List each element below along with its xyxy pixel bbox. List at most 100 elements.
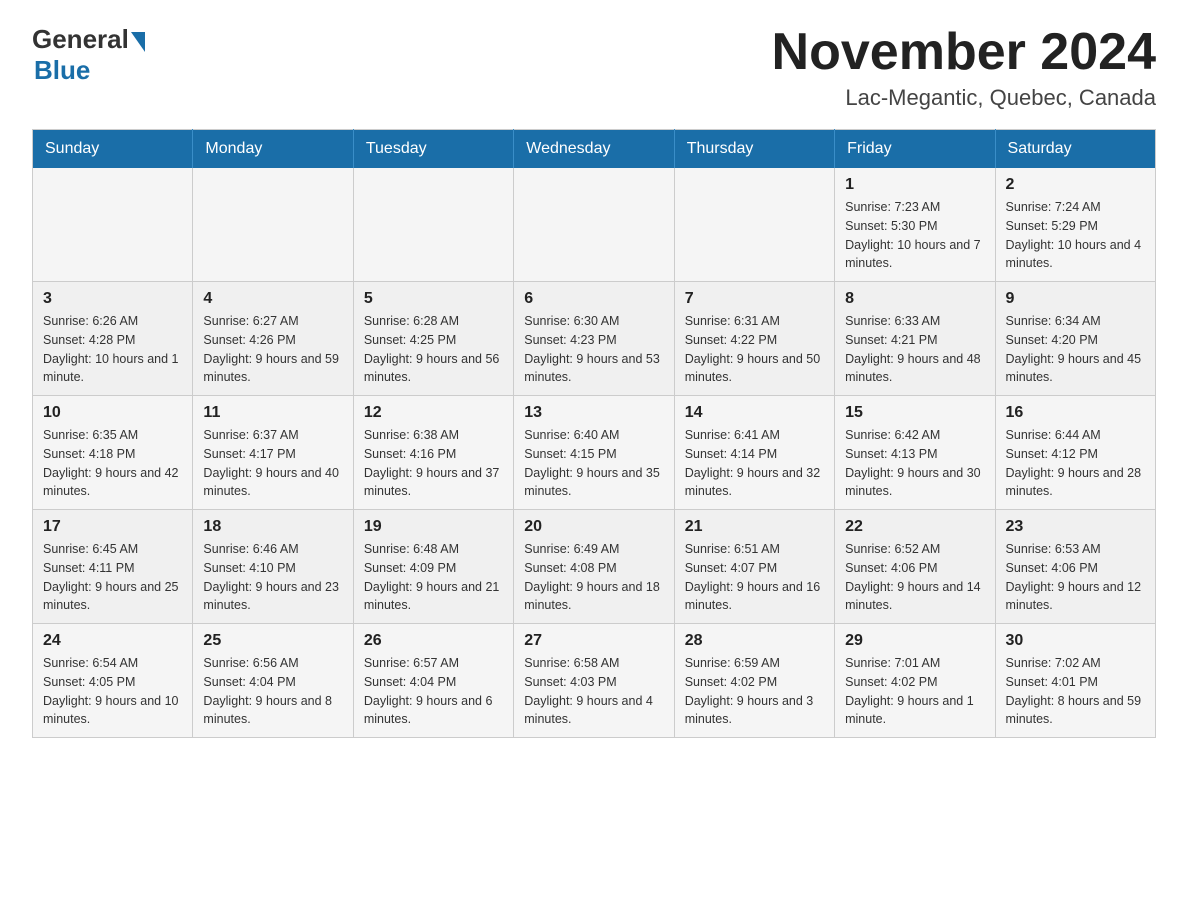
weekday-header-saturday: Saturday — [995, 130, 1155, 169]
weekday-header-tuesday: Tuesday — [353, 130, 513, 169]
day-number: 23 — [1006, 518, 1145, 536]
calendar-cell: 7 Sunrise: 6:31 AM Sunset: 4:22 PM Daylig… — [674, 282, 834, 396]
day-info: Sunrise: 6:48 AM Sunset: 4:09 PM Dayligh… — [364, 540, 503, 615]
calendar-cell: 30 Sunrise: 7:02 AM Sunset: 4:01 PM Dayli… — [995, 624, 1155, 738]
day-number: 22 — [845, 518, 984, 536]
calendar-cell: 26Sunrise: 6:57 AM Sunset: 4:04 PM Dayli… — [353, 624, 513, 738]
day-info: Sunrise: 6:31 AM Sunset: 4:22 PM Dayligh… — [685, 312, 824, 387]
day-info: Sunrise: 6:44 AM Sunset: 4:12 PM Dayligh… — [1006, 426, 1145, 501]
day-number: 6 — [524, 290, 663, 308]
day-info: Sunrise: 6:28 AM Sunset: 4:25 PM Dayligh… — [364, 312, 503, 387]
day-number: 12 — [364, 404, 503, 422]
day-number: 24 — [43, 632, 182, 650]
calendar-table: SundayMondayTuesdayWednesdayThursdayFrid… — [32, 129, 1156, 738]
day-info: Sunrise: 6:34 AM Sunset: 4:20 PM Dayligh… — [1006, 312, 1145, 387]
day-info: Sunrise: 7:23 AM Sunset: 5:30 PM Dayligh… — [845, 198, 984, 273]
day-number: 4 — [203, 290, 342, 308]
day-info: Sunrise: 6:49 AM Sunset: 4:08 PM Dayligh… — [524, 540, 663, 615]
day-number: 19 — [364, 518, 503, 536]
calendar-cell: 20Sunrise: 6:49 AM Sunset: 4:08 PM Dayli… — [514, 510, 674, 624]
day-number: 30 — [1006, 632, 1145, 650]
calendar-cell: 5Sunrise: 6:28 AM Sunset: 4:25 PM Daylig… — [353, 282, 513, 396]
calendar-cell: 23 Sunrise: 6:53 AM Sunset: 4:06 PM Dayli… — [995, 510, 1155, 624]
weekday-header-monday: Monday — [193, 130, 353, 169]
day-info: Sunrise: 6:45 AM Sunset: 4:11 PM Dayligh… — [43, 540, 182, 615]
calendar-cell: 24 Sunrise: 6:54 AM Sunset: 4:05 PM Dayli… — [33, 624, 193, 738]
location-title: Lac-Megantic, Quebec, Canada — [772, 85, 1156, 111]
weekday-header-thursday: Thursday — [674, 130, 834, 169]
calendar-cell — [514, 168, 674, 282]
page-header: General Blue November 2024 Lac-Megantic,… — [32, 24, 1156, 111]
weekday-header-wednesday: Wednesday — [514, 130, 674, 169]
calendar-week-row: 3 Sunrise: 6:26 AM Sunset: 4:28 PM Daylig… — [33, 282, 1156, 396]
calendar-cell: 10Sunrise: 6:35 AM Sunset: 4:18 PM Dayli… — [33, 396, 193, 510]
day-info: Sunrise: 6:27 AM Sunset: 4:26 PM Dayligh… — [203, 312, 342, 387]
day-info: Sunrise: 6:35 AM Sunset: 4:18 PM Dayligh… — [43, 426, 182, 501]
day-info: Sunrise: 6:54 AM Sunset: 4:05 PM Dayligh… — [43, 654, 182, 729]
day-info: Sunrise: 6:53 AM Sunset: 4:06 PM Dayligh… — [1006, 540, 1145, 615]
day-number: 14 — [685, 404, 824, 422]
calendar-cell: 11 Sunrise: 6:37 AM Sunset: 4:17 PM Dayli… — [193, 396, 353, 510]
calendar-cell: 19 Sunrise: 6:48 AM Sunset: 4:09 PM Dayli… — [353, 510, 513, 624]
weekday-header-friday: Friday — [835, 130, 995, 169]
day-info: Sunrise: 6:30 AM Sunset: 4:23 PM Dayligh… — [524, 312, 663, 387]
calendar-cell: 8 Sunrise: 6:33 AM Sunset: 4:21 PM Daylig… — [835, 282, 995, 396]
calendar-cell: 18 Sunrise: 6:46 AM Sunset: 4:10 PM Dayli… — [193, 510, 353, 624]
calendar-cell: 12 Sunrise: 6:38 AM Sunset: 4:16 PM Dayli… — [353, 396, 513, 510]
calendar-week-row: 10Sunrise: 6:35 AM Sunset: 4:18 PM Dayli… — [33, 396, 1156, 510]
calendar-cell — [353, 168, 513, 282]
day-info: Sunrise: 6:42 AM Sunset: 4:13 PM Dayligh… — [845, 426, 984, 501]
day-number: 17 — [43, 518, 182, 536]
day-info: Sunrise: 6:46 AM Sunset: 4:10 PM Dayligh… — [203, 540, 342, 615]
day-info: Sunrise: 6:59 AM Sunset: 4:02 PM Dayligh… — [685, 654, 824, 729]
calendar-cell: 13Sunrise: 6:40 AM Sunset: 4:15 PM Dayli… — [514, 396, 674, 510]
day-info: Sunrise: 6:52 AM Sunset: 4:06 PM Dayligh… — [845, 540, 984, 615]
day-number: 8 — [845, 290, 984, 308]
weekday-header-sunday: Sunday — [33, 130, 193, 169]
day-number: 25 — [203, 632, 342, 650]
day-number: 15 — [845, 404, 984, 422]
weekday-header-row: SundayMondayTuesdayWednesdayThursdayFrid… — [33, 130, 1156, 169]
calendar-week-row: 24 Sunrise: 6:54 AM Sunset: 4:05 PM Dayli… — [33, 624, 1156, 738]
calendar-cell: 29 Sunrise: 7:01 AM Sunset: 4:02 PM Dayli… — [835, 624, 995, 738]
logo: General Blue — [32, 24, 145, 86]
day-info: Sunrise: 6:41 AM Sunset: 4:14 PM Dayligh… — [685, 426, 824, 501]
day-info: Sunrise: 6:56 AM Sunset: 4:04 PM Dayligh… — [203, 654, 342, 729]
calendar-cell: 14 Sunrise: 6:41 AM Sunset: 4:14 PM Dayli… — [674, 396, 834, 510]
day-info: Sunrise: 7:01 AM Sunset: 4:02 PM Dayligh… — [845, 654, 984, 729]
calendar-cell: 21Sunrise: 6:51 AM Sunset: 4:07 PM Dayli… — [674, 510, 834, 624]
day-number: 11 — [203, 404, 342, 422]
calendar-cell: 16Sunrise: 6:44 AM Sunset: 4:12 PM Dayli… — [995, 396, 1155, 510]
calendar-cell: 15 Sunrise: 6:42 AM Sunset: 4:13 PM Dayli… — [835, 396, 995, 510]
logo-blue-text: Blue — [34, 55, 90, 86]
calendar-cell: 4 Sunrise: 6:27 AM Sunset: 4:26 PM Daylig… — [193, 282, 353, 396]
calendar-cell: 27Sunrise: 6:58 AM Sunset: 4:03 PM Dayli… — [514, 624, 674, 738]
day-number: 27 — [524, 632, 663, 650]
day-number: 21 — [685, 518, 824, 536]
day-number: 9 — [1006, 290, 1145, 308]
day-number: 18 — [203, 518, 342, 536]
calendar-cell — [33, 168, 193, 282]
day-number: 28 — [685, 632, 824, 650]
day-number: 26 — [364, 632, 503, 650]
day-number: 3 — [43, 290, 182, 308]
day-number: 29 — [845, 632, 984, 650]
calendar-cell: 1Sunrise: 7:23 AM Sunset: 5:30 PM Daylig… — [835, 168, 995, 282]
calendar-cell — [193, 168, 353, 282]
day-number: 7 — [685, 290, 824, 308]
day-info: Sunrise: 7:24 AM Sunset: 5:29 PM Dayligh… — [1006, 198, 1145, 273]
day-info: Sunrise: 6:37 AM Sunset: 4:17 PM Dayligh… — [203, 426, 342, 501]
title-section: November 2024 Lac-Megantic, Quebec, Cana… — [772, 24, 1156, 111]
calendar-header: SundayMondayTuesdayWednesdayThursdayFrid… — [33, 130, 1156, 169]
calendar-cell: 2 Sunrise: 7:24 AM Sunset: 5:29 PM Daylig… — [995, 168, 1155, 282]
calendar-week-row: 17 Sunrise: 6:45 AM Sunset: 4:11 PM Dayli… — [33, 510, 1156, 624]
day-info: Sunrise: 6:26 AM Sunset: 4:28 PM Dayligh… — [43, 312, 182, 387]
calendar-cell: 9 Sunrise: 6:34 AM Sunset: 4:20 PM Daylig… — [995, 282, 1155, 396]
calendar-cell: 3 Sunrise: 6:26 AM Sunset: 4:28 PM Daylig… — [33, 282, 193, 396]
day-info: Sunrise: 6:38 AM Sunset: 4:16 PM Dayligh… — [364, 426, 503, 501]
month-title: November 2024 — [772, 24, 1156, 81]
day-info: Sunrise: 7:02 AM Sunset: 4:01 PM Dayligh… — [1006, 654, 1145, 729]
calendar-cell: 6 Sunrise: 6:30 AM Sunset: 4:23 PM Daylig… — [514, 282, 674, 396]
day-number: 2 — [1006, 176, 1145, 194]
day-info: Sunrise: 6:33 AM Sunset: 4:21 PM Dayligh… — [845, 312, 984, 387]
